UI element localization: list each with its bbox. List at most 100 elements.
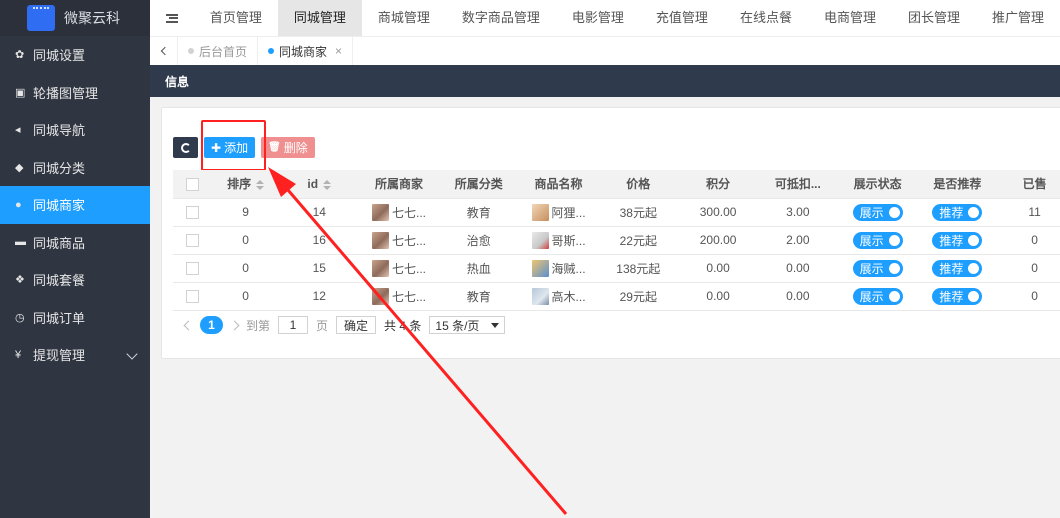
row-checkbox[interactable]	[185, 262, 199, 276]
total-count: 共 4 条	[384, 318, 422, 333]
tab-label: 后台首页	[199, 44, 248, 59]
nav-digital-goods[interactable]: 数字商品管理	[446, 0, 556, 36]
row-checkbox[interactable]	[185, 206, 199, 220]
toggle-knob	[888, 206, 900, 218]
cell-product: 哥斯...	[518, 226, 599, 255]
chevron-left-icon	[160, 46, 170, 56]
cell-price: 29元起	[598, 282, 679, 311]
sidebar-item-city-nav[interactable]: ◂ 同城导航	[0, 111, 150, 149]
nav-promotion[interactable]: 推广管理	[976, 0, 1060, 36]
sidebar-item-label: 轮播图管理	[33, 85, 99, 101]
cell-id: 14	[279, 198, 360, 227]
annotation-highlight-box	[201, 120, 266, 171]
cell-id: 16	[279, 226, 360, 255]
show-status-toggle[interactable]: 展示	[852, 203, 903, 221]
cell-sold: 0	[997, 282, 1060, 311]
sidebar-item-city-package[interactable]: ❖ 同城套餐	[0, 261, 150, 299]
product-thumbnail	[531, 259, 549, 277]
header-sold: 已售	[997, 170, 1060, 199]
cell-deduct: 0.00	[757, 254, 838, 283]
cell-points: 200.00	[678, 226, 758, 255]
show-status-toggle[interactable]: 展示	[852, 231, 903, 249]
refresh-button[interactable]	[173, 137, 198, 158]
nav-online-order[interactable]: 在线点餐	[724, 0, 808, 36]
product-thumbnail	[531, 231, 549, 249]
nav-movie[interactable]: 电影管理	[556, 0, 640, 36]
cell-merchant: 七七...	[359, 254, 439, 283]
sidebar-item-label: 同城商家	[33, 198, 86, 214]
delete-button[interactable]: 🗑 删除	[261, 137, 315, 158]
row-checkbox[interactable]	[185, 290, 199, 304]
recommend-toggle[interactable]: 推荐	[932, 259, 983, 277]
pagination: 1 到第 1 页 确定 共 4 条 15 条/页	[183, 316, 506, 334]
table-row: 0 16 七七... 治愈 哥斯... 22元起 200.00 2.00 展示 …	[173, 226, 1060, 255]
cell-category: 教育	[438, 198, 519, 227]
merchant-avatar	[372, 231, 389, 249]
cell-product: 高木...	[518, 282, 599, 311]
recommend-toggle[interactable]: 推荐	[932, 231, 983, 249]
trash-icon: 🗑	[268, 142, 281, 153]
toggle-knob	[888, 290, 900, 302]
location-pin-icon: ●	[15, 198, 22, 211]
sidebar-item-city-merchant[interactable]: ● 同城商家	[0, 186, 150, 224]
cubes-icon: ❖	[15, 274, 25, 287]
nav-group-leader[interactable]: 团长管理	[892, 0, 976, 36]
cell-sort: 9	[211, 198, 280, 227]
header-points: 积分	[678, 170, 758, 199]
header-sort[interactable]: 排序	[211, 170, 280, 199]
sidebar-item-carousel[interactable]: ▣ 轮播图管理	[0, 74, 150, 112]
header-id[interactable]: id	[279, 170, 360, 199]
merchant-table: 排序 id 所属商家 所属分类 商品名称 价格 积分 可抵扣... 展示状态 是…	[173, 170, 1060, 311]
prev-page-icon[interactable]	[183, 320, 194, 330]
cell-product: 阿狸...	[518, 198, 599, 227]
cell-price: 38元起	[598, 198, 679, 227]
goto-page-input[interactable]: 1	[278, 316, 309, 334]
tab-scroll-left-button[interactable]	[150, 36, 178, 66]
row-checkbox[interactable]	[185, 234, 199, 248]
sidebar-item-label: 同城订单	[33, 310, 86, 326]
merchant-avatar	[372, 203, 389, 221]
tab-dashboard[interactable]: 后台首页	[178, 36, 259, 66]
current-page[interactable]: 1	[200, 316, 223, 334]
share-icon: ◂	[15, 124, 21, 137]
tab-bar: 后台首页 同城商家 ×	[150, 36, 1060, 66]
nav-mall[interactable]: 商城管理	[362, 0, 446, 36]
cell-deduct: 0.00	[757, 282, 838, 311]
close-icon[interactable]: ×	[335, 44, 342, 58]
sidebar-item-city-goods[interactable]: ▬ 同城商品	[0, 224, 150, 262]
image-icon: ▣	[15, 86, 26, 99]
sidebar-item-city-category[interactable]: ◆ 同城分类	[0, 149, 150, 187]
sidebar-item-withdraw[interactable]: ¥ 提现管理	[0, 336, 150, 374]
goto-confirm-button[interactable]: 确定	[336, 316, 377, 334]
sidebar-item-city-orders[interactable]: ◷ 同城订单	[0, 299, 150, 337]
tab-city-merchant[interactable]: 同城商家 ×	[258, 36, 354, 66]
sidebar-item-city-settings[interactable]: ✿ 同城设置	[0, 36, 150, 74]
merchant-avatar	[372, 287, 389, 305]
cell-sort: 0	[211, 282, 280, 311]
sidebar-item-label: 同城设置	[33, 48, 86, 64]
select-all-checkbox[interactable]	[185, 177, 199, 191]
page-size-select[interactable]: 15 条/页	[429, 316, 506, 334]
product-thumbnail	[531, 287, 549, 305]
top-nav: 首页管理 同城管理 商城管理 数字商品管理 电影管理 充值管理 在线点餐 电商管…	[150, 0, 1060, 36]
show-status-toggle[interactable]: 展示	[852, 259, 903, 277]
recommend-toggle[interactable]: 推荐	[932, 203, 983, 221]
refresh-icon	[180, 142, 191, 153]
chevron-down-icon	[491, 322, 500, 328]
header-product: 商品名称	[518, 170, 599, 199]
sort-icon[interactable]	[256, 180, 265, 191]
show-status-toggle[interactable]: 展示	[852, 287, 903, 305]
toggle-knob	[968, 234, 980, 246]
nav-recharge[interactable]: 充值管理	[640, 0, 724, 36]
nav-city[interactable]: 同城管理	[277, 0, 362, 36]
header-show-status: 展示状态	[837, 170, 918, 199]
clock-icon: ◷	[15, 311, 25, 324]
recommend-toggle[interactable]: 推荐	[932, 287, 983, 305]
brand: 微聚云科	[0, 0, 150, 36]
menu-toggle-button[interactable]	[150, 13, 194, 23]
nav-home[interactable]: 首页管理	[194, 0, 278, 36]
toggle-knob	[968, 290, 980, 302]
nav-ecommerce[interactable]: 电商管理	[808, 0, 892, 36]
sort-icon[interactable]	[323, 179, 332, 190]
next-page-icon[interactable]	[229, 320, 240, 330]
